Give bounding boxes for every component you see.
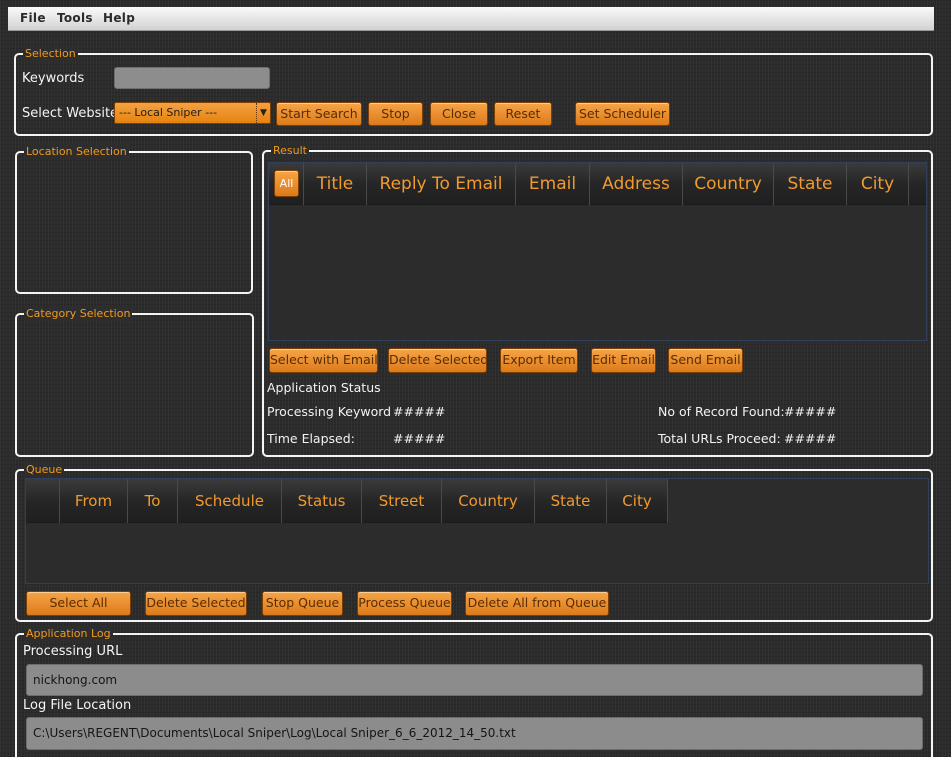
column-header-status[interactable]: Status	[282, 479, 362, 523]
process-queue-button[interactable]: Process Queue	[357, 591, 452, 616]
chevron-down-icon[interactable]: ▼	[256, 103, 270, 123]
column-header-title[interactable]: Title	[303, 163, 367, 205]
stop-button[interactable]: Stop	[368, 102, 423, 126]
application-status-heading: Application Status	[267, 380, 381, 395]
category-selection-legend: Category Selection	[24, 306, 133, 321]
result-group: Result All Title Reply To Email Email Ad…	[262, 143, 933, 457]
time-elapsed-label: Time Elapsed:	[267, 431, 355, 446]
send-email-button[interactable]: Send Email	[668, 348, 743, 373]
website-select-value: --- Local Sniper ---	[119, 106, 218, 119]
queue-grid[interactable]: From To Schedule Status Street Country S…	[25, 478, 929, 584]
result-grid[interactable]: All Title Reply To Email Email Address C…	[268, 162, 927, 341]
urls-proceed-value: #####	[784, 431, 837, 446]
queue-legend: Queue	[24, 462, 65, 477]
application-log-group: Application Log Processing URL nickhong.…	[15, 626, 933, 757]
delete-selected-button[interactable]: Delete Selected	[388, 348, 487, 373]
website-select[interactable]: --- Local Sniper --- ▼	[114, 102, 271, 124]
time-elapsed-value: #####	[393, 431, 446, 446]
processing-keyword-label: Processing Keyword	[267, 404, 392, 419]
processing-keyword-value: #####	[393, 404, 446, 419]
selection-group: Selection Keywords Select Website --- Lo…	[14, 46, 933, 136]
selection-legend: Selection	[23, 46, 78, 61]
column-header-schedule[interactable]: Schedule	[178, 479, 282, 523]
records-found-value: #####	[784, 404, 837, 419]
category-selection-group: Category Selection	[15, 306, 254, 457]
log-file-location-label: Log File Location	[23, 698, 132, 713]
start-search-button[interactable]: Start Search	[276, 102, 362, 126]
select-with-email-button[interactable]: Select with Email	[269, 348, 378, 373]
processing-url-field[interactable]: nickhong.com	[26, 664, 923, 696]
delete-all-from-queue-button[interactable]: Delete All from Queue	[465, 591, 609, 616]
location-selection-legend: Location Selection	[24, 144, 129, 159]
result-legend: Result	[271, 143, 309, 158]
column-header-state[interactable]: State	[535, 479, 607, 523]
column-header-to[interactable]: To	[128, 479, 178, 523]
menu-file[interactable]: File	[20, 11, 46, 25]
column-header-city[interactable]: City	[847, 163, 909, 205]
queue-grid-header: From To Schedule Status Street Country S…	[26, 479, 668, 523]
set-scheduler-button[interactable]: Set Scheduler	[575, 102, 670, 126]
result-grid-header: All Title Reply To Email Email Address C…	[269, 163, 926, 205]
application-log-legend: Application Log	[24, 626, 113, 641]
column-header-from[interactable]: From	[60, 479, 128, 523]
stop-queue-button[interactable]: Stop Queue	[262, 591, 343, 616]
column-header-country[interactable]: Country	[683, 163, 774, 205]
menu-bar: File Tools Help	[8, 7, 934, 31]
queue-select-all-button[interactable]: Select All	[26, 591, 131, 616]
column-header-city[interactable]: City	[607, 479, 668, 523]
queue-group: Queue From To Schedule Status Street Cou…	[15, 462, 933, 622]
log-file-location-field[interactable]: C:\Users\REGENT\Documents\Local Sniper\L…	[26, 717, 923, 750]
location-selection-group: Location Selection	[15, 144, 253, 294]
urls-proceed-label: Total URLs Proceed:	[658, 431, 781, 446]
menu-help[interactable]: Help	[103, 11, 135, 25]
column-header-address[interactable]: Address	[590, 163, 683, 205]
queue-delete-selected-button[interactable]: Delete Selected	[145, 591, 247, 616]
select-website-label: Select Website	[22, 106, 119, 121]
keywords-input[interactable]	[114, 67, 270, 89]
column-header-country[interactable]: Country	[442, 479, 535, 523]
column-header-state[interactable]: State	[774, 163, 847, 205]
column-header-reply-to-email[interactable]: Reply To Email	[367, 163, 516, 205]
column-header-email[interactable]: Email	[516, 163, 590, 205]
reset-button[interactable]: Reset	[494, 102, 552, 126]
column-header-selector[interactable]	[26, 479, 60, 523]
column-header-street[interactable]: Street	[362, 479, 442, 523]
processing-url-label: Processing URL	[23, 644, 123, 659]
records-found-label: No of Record Found:	[658, 404, 785, 419]
edit-email-button[interactable]: Edit Email	[591, 348, 656, 373]
keywords-label: Keywords	[22, 71, 85, 86]
select-all-checkbox[interactable]: All	[274, 170, 299, 197]
menu-tools[interactable]: Tools	[57, 11, 93, 25]
export-item-button[interactable]: Export Item	[500, 348, 578, 373]
close-button[interactable]: Close	[430, 102, 488, 126]
